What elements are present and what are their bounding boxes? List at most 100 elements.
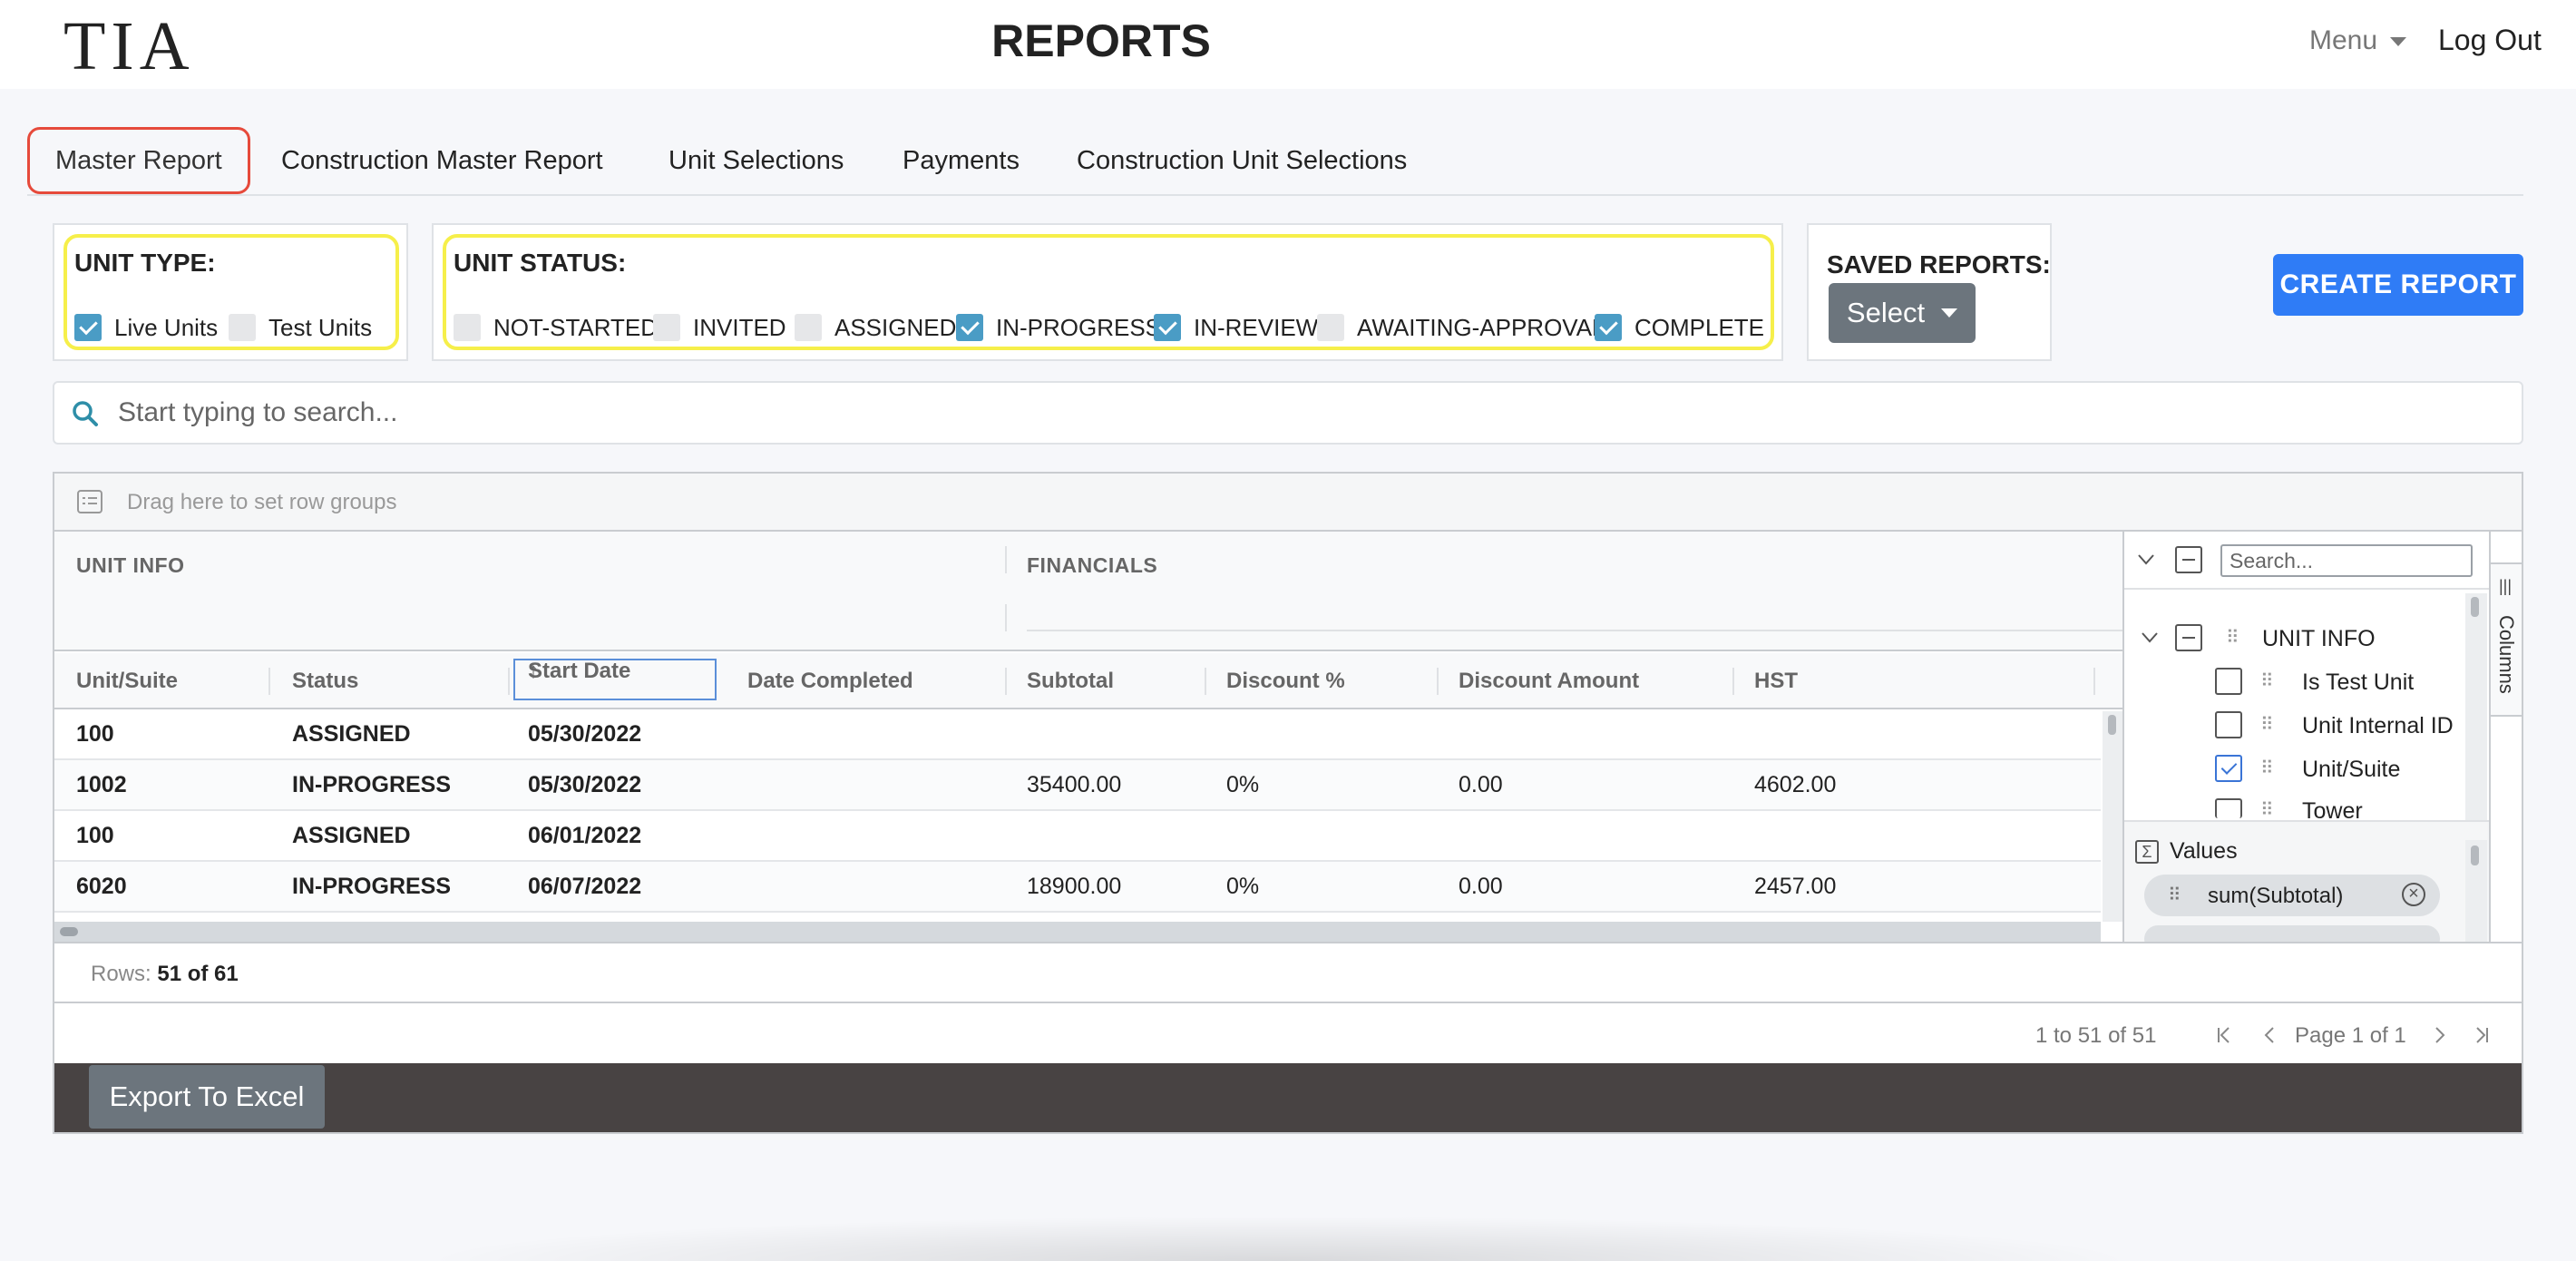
cell-discount-pct: 0% bbox=[1226, 772, 1260, 797]
col-resize-handle[interactable] bbox=[2093, 668, 2095, 695]
scroll-thumb[interactable] bbox=[2471, 846, 2479, 865]
group-divider bbox=[1005, 546, 1007, 573]
select-label: Select bbox=[1846, 297, 1926, 328]
scroll-thumb[interactable] bbox=[60, 927, 78, 936]
group-underline bbox=[1027, 630, 2122, 631]
col-resize-handle[interactable] bbox=[1205, 668, 1206, 695]
drag-handle-icon[interactable]: ⠿ bbox=[2260, 713, 2274, 736]
col-header-status[interactable]: Status bbox=[292, 653, 358, 709]
scroll-thumb[interactable] bbox=[2108, 715, 2116, 735]
tab-unit-selections[interactable]: Unit Selections bbox=[668, 127, 844, 194]
col-resize-handle[interactable] bbox=[1005, 668, 1007, 695]
tab-master-report[interactable]: Master Report bbox=[27, 127, 250, 194]
value-pill[interactable]: ⠿ sum(Subtotal) × bbox=[2144, 875, 2440, 916]
search-input[interactable] bbox=[118, 383, 2476, 443]
drag-handle-icon[interactable]: ⠿ bbox=[2226, 626, 2239, 649]
cell-unit-suite: 100 bbox=[76, 721, 114, 747]
tab-construction-master-report[interactable]: Construction Master Report bbox=[281, 127, 603, 194]
saved-reports-title: SAVED REPORTS: bbox=[1827, 250, 2051, 279]
drag-handle-icon[interactable]: ⠿ bbox=[2260, 798, 2274, 821]
checkbox-label: AWAITING-APPROVAL bbox=[1357, 313, 1605, 341]
scroll-thumb[interactable] bbox=[2471, 597, 2479, 617]
caret-down-icon bbox=[1941, 308, 1958, 318]
drag-handle-icon[interactable]: ⠿ bbox=[2260, 757, 2274, 779]
tab-payments[interactable]: Payments bbox=[903, 127, 1020, 194]
menu-label: Menu bbox=[2309, 25, 2378, 55]
table-row[interactable]: 100 ASSIGNED 06/01/2022 bbox=[54, 811, 2101, 862]
column-checkbox-unit-internal-id[interactable] bbox=[2215, 711, 2242, 738]
status-in-progress-checkbox[interactable]: IN-PROGRESS bbox=[956, 312, 1161, 343]
col-header-hst[interactable]: HST bbox=[1754, 653, 1798, 709]
status-not-started-checkbox[interactable]: NOT-STARTED bbox=[454, 312, 658, 343]
cell-subtotal: 35400.00 bbox=[1027, 772, 1122, 797]
status-in-review-checkbox[interactable]: IN-REVIEW bbox=[1154, 312, 1318, 343]
col-header-discount-pct[interactable]: Discount % bbox=[1226, 653, 1345, 709]
status-awaiting-approval-checkbox[interactable]: AWAITING-APPROVAL bbox=[1317, 312, 1605, 343]
tool-panel-scrollbar[interactable] bbox=[2465, 593, 2487, 820]
col-resize-handle[interactable] bbox=[1732, 668, 1734, 695]
drag-handle-icon[interactable]: ⠿ bbox=[2260, 670, 2274, 692]
create-report-button[interactable]: CREATE REPORT bbox=[2273, 254, 2523, 316]
values-scrollbar[interactable] bbox=[2465, 840, 2487, 942]
last-page-icon[interactable] bbox=[2471, 1025, 2491, 1045]
checkbox-label: NOT-STARTED bbox=[493, 313, 659, 341]
saved-reports-select[interactable]: Select bbox=[1829, 283, 1976, 343]
report-grid: Drag here to set row groups UNIT INFO FI… bbox=[53, 472, 2523, 1134]
first-page-icon[interactable] bbox=[2215, 1025, 2235, 1045]
unit-type-filter: UNIT TYPE: Live Units Test Units bbox=[53, 223, 408, 361]
column-checkbox-unit-suite[interactable] bbox=[2215, 755, 2242, 782]
unit-info-group-checkbox[interactable] bbox=[2175, 624, 2202, 651]
values-drop-zone[interactable]: Σ Values ⠿ sum(Subtotal) × bbox=[2124, 820, 2489, 953]
checkbox-checked-icon bbox=[1154, 314, 1181, 341]
cell-discount-pct: 0% bbox=[1226, 874, 1260, 899]
sigma-icon: Σ bbox=[2135, 840, 2159, 864]
column-search-input[interactable] bbox=[2220, 544, 2473, 577]
drag-handle-icon[interactable]: ⠿ bbox=[2168, 884, 2181, 906]
live-units-checkbox[interactable]: Live Units bbox=[74, 312, 218, 343]
col-header-discount-amount[interactable]: Discount Amount bbox=[1459, 653, 1639, 709]
col-header-date-completed[interactable]: Date Completed bbox=[747, 653, 913, 709]
status-invited-checkbox[interactable]: INVITED bbox=[653, 312, 786, 343]
cell-status: ASSIGNED bbox=[292, 721, 411, 747]
row-group-panel[interactable]: Drag here to set row groups bbox=[54, 474, 2522, 532]
grid-horizontal-scrollbar[interactable] bbox=[54, 922, 2101, 942]
grid-status-bar: Rows: 51 of 61 bbox=[54, 942, 2522, 1003]
column-checkbox-is-test-unit[interactable] bbox=[2215, 668, 2242, 695]
col-resize-handle[interactable] bbox=[1437, 668, 1439, 695]
tool-panel-header bbox=[2124, 532, 2489, 590]
logout-link[interactable]: Log Out bbox=[2438, 24, 2542, 57]
chevron-down-icon[interactable] bbox=[2141, 631, 2159, 644]
chevron-down-icon[interactable] bbox=[2137, 553, 2155, 566]
search-bar bbox=[53, 381, 2523, 445]
grid-vertical-scrollbar[interactable] bbox=[2103, 711, 2122, 922]
cell-hst: 4602.00 bbox=[1754, 772, 1837, 797]
col-header-subtotal[interactable]: Subtotal bbox=[1027, 653, 1114, 709]
previous-page-icon[interactable] bbox=[2260, 1025, 2280, 1045]
col-header-unit-suite[interactable]: Unit/Suite bbox=[76, 653, 178, 709]
status-complete-checkbox[interactable]: COMPLETE bbox=[1595, 312, 1764, 343]
table-row[interactable]: 6020 IN-PROGRESS 06/07/2022 18900.00 0% … bbox=[54, 862, 2101, 913]
cell-unit-suite: 1002 bbox=[76, 772, 127, 797]
status-assigned-checkbox[interactable]: ASSIGNED bbox=[795, 312, 956, 343]
columns-side-tab[interactable]: ||| Columns bbox=[2491, 562, 2522, 717]
table-row[interactable]: 1002 IN-PROGRESS 05/30/2022 35400.00 0% … bbox=[54, 760, 2101, 811]
col-header-start-date[interactable]: Start Date ↑ bbox=[513, 659, 717, 700]
test-units-checkbox[interactable]: Test Units bbox=[229, 312, 372, 343]
export-to-excel-button[interactable]: Export To Excel bbox=[89, 1065, 325, 1129]
checkbox-label: COMPLETE bbox=[1634, 313, 1765, 341]
col-resize-handle[interactable] bbox=[268, 668, 270, 695]
sort-ascending-icon: ↑ bbox=[528, 659, 539, 683]
col-resize-handle[interactable] bbox=[508, 668, 510, 695]
remove-icon[interactable]: × bbox=[2402, 883, 2425, 906]
select-all-checkbox[interactable] bbox=[2175, 546, 2202, 573]
report-tabs: Master Report Construction Master Report… bbox=[27, 125, 2523, 196]
menu-dropdown[interactable]: Menu bbox=[2309, 25, 2407, 56]
cell-status: IN-PROGRESS bbox=[292, 874, 452, 899]
column-checkbox-tower[interactable] bbox=[2215, 798, 2242, 818]
table-row[interactable]: 100 ASSIGNED 05/30/2022 bbox=[54, 709, 2101, 760]
cell-discount-amount: 0.00 bbox=[1459, 772, 1503, 797]
cell-discount-amount: 0.00 bbox=[1459, 874, 1503, 899]
next-page-icon[interactable] bbox=[2429, 1025, 2449, 1045]
unit-type-title: UNIT TYPE: bbox=[74, 249, 216, 277]
tab-construction-unit-selections[interactable]: Construction Unit Selections bbox=[1077, 127, 1407, 194]
